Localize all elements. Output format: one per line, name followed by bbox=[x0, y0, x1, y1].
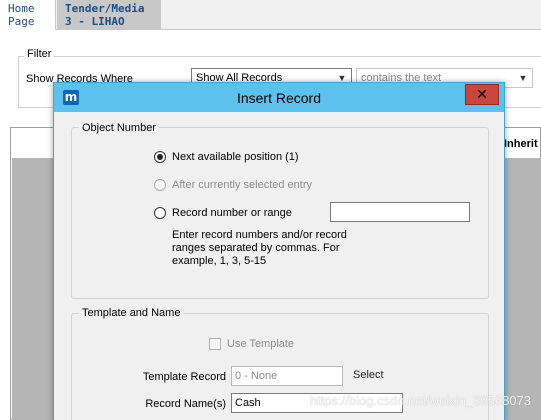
filter-group-label: Filter bbox=[24, 48, 55, 60]
record-range-hint: Enter record numbers and/or record range… bbox=[172, 229, 347, 267]
record-names-label: Record Name(s) bbox=[145, 398, 226, 410]
use-template-checkbox bbox=[209, 338, 221, 350]
close-button[interactable]: ✕ bbox=[465, 84, 499, 105]
watermark-text: https://blog.csdn.net/weixin_39568073 bbox=[309, 393, 531, 408]
radio-after-selected-label: After currently selected entry bbox=[172, 179, 313, 191]
radio-record-range-label: Record number or range bbox=[172, 207, 292, 219]
radio-button bbox=[154, 179, 166, 191]
grid-row-header-column bbox=[12, 158, 54, 420]
tab-home-line1: Home bbox=[8, 2, 35, 15]
template-record-field: 0 - None bbox=[231, 366, 343, 386]
close-icon: ✕ bbox=[476, 86, 488, 102]
grid-right-column bbox=[502, 158, 541, 420]
use-template-label: Use Template bbox=[227, 338, 295, 350]
grid-column-header-inherit[interactable]: Inherit bbox=[504, 138, 538, 150]
radio-next-available[interactable]: Next available position (1) bbox=[154, 151, 299, 163]
template-select-button: Select bbox=[353, 369, 384, 381]
tab-tender-line1: Tender/Media bbox=[65, 2, 145, 15]
tab-tender-line2: 3 - LIHAO bbox=[65, 15, 125, 28]
template-record-label: Template Record bbox=[142, 371, 226, 383]
tab-home-line2: Page bbox=[8, 15, 35, 28]
dialog-title: Insert Record bbox=[236, 90, 322, 106]
use-template-checkbox-row: Use Template bbox=[209, 338, 294, 350]
record-range-input[interactable] bbox=[330, 202, 470, 222]
chevron-down-icon: ▼ bbox=[518, 73, 528, 83]
radio-after-selected: After currently selected entry bbox=[154, 179, 312, 191]
tab-tender-media[interactable]: Tender/Media 3 - LIHAO bbox=[57, 0, 161, 30]
insert-record-dialog: m Insert Record ✕ Object Number Next ava… bbox=[53, 82, 505, 420]
template-and-name-label: Template and Name bbox=[79, 307, 184, 319]
tab-bar: Home Page Tender/Media 3 - LIHAO bbox=[0, 0, 541, 30]
radio-next-available-label: Next available position (1) bbox=[172, 151, 299, 163]
object-number-label: Object Number bbox=[79, 122, 159, 134]
tab-home-page[interactable]: Home Page bbox=[0, 0, 56, 30]
radio-button[interactable] bbox=[154, 151, 166, 163]
radio-button[interactable] bbox=[154, 207, 166, 219]
radio-record-range[interactable]: Record number or range bbox=[154, 207, 292, 219]
dialog-titlebar[interactable]: m Insert Record ✕ bbox=[54, 83, 504, 112]
